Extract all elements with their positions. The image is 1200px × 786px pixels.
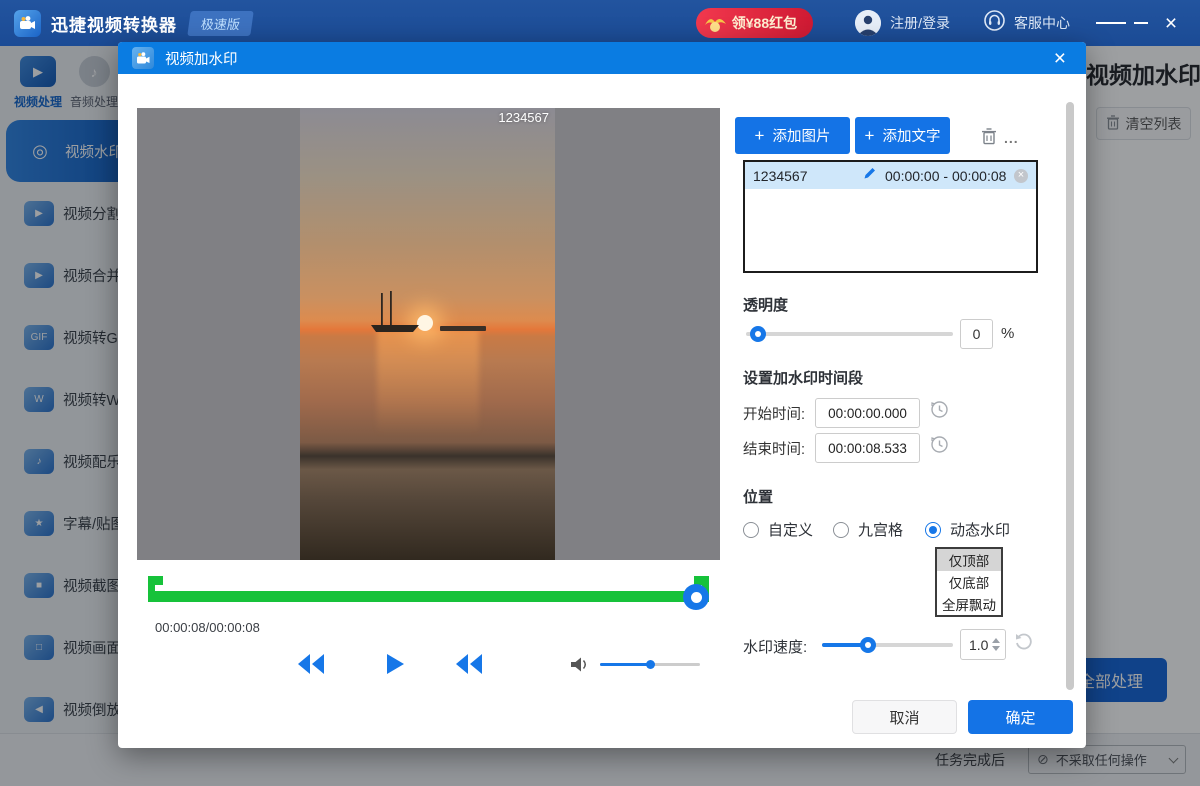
start-time-label: 开始时间: [743,403,805,424]
cancel-button[interactable]: 取消 [852,700,957,734]
dialog-header: 视频加水印 × [118,42,1086,74]
app-logo-icon [14,10,41,37]
start-time-input[interactable]: 00:00:00.000 [815,398,920,428]
gift-icon [702,11,728,38]
watermark-list[interactable]: 1234567 00:00:00 - 00:00:08 × [743,160,1038,273]
spinner-arrows[interactable] [992,638,1000,651]
boat-silhouette [361,291,431,340]
radio-circle [743,522,759,538]
time-display: 00:00:08/00:00:08 [155,620,260,635]
playback-controls [137,648,720,684]
support-label: 客服中心 [1014,13,1070,33]
fast-forward-button[interactable] [455,652,483,681]
spin-down-icon[interactable] [992,646,1000,651]
login-label: 注册/登录 [890,13,950,33]
transparency-slider[interactable] [746,332,953,336]
dynamic-position-list[interactable]: 仅顶部 仅底部 全屏飘动 [935,547,1003,617]
trim-timeline [137,572,720,608]
more-options-button[interactable]: ... [1004,130,1019,146]
play-button[interactable] [385,652,405,681]
add-image-button[interactable]: + 添加图片 [735,117,850,154]
volume-handle[interactable] [646,660,655,669]
speed-value: 1.0 [969,637,988,653]
watermark-overlay-text[interactable]: 1234567 [498,110,549,125]
remove-watermark-icon[interactable]: × [1014,169,1028,183]
time-section-title: 设置加水印时间段 [743,367,863,388]
position-title: 位置 [743,486,773,507]
support-button[interactable]: 客服中心 [984,10,1070,36]
watermark-dialog: 视频加水印 × 1234567 00:00:08/00:00:08 [118,42,1086,748]
sun-reflection [377,329,479,447]
dialog-title: 视频加水印 [165,48,238,69]
speed-label: 水印速度: [743,636,807,657]
app-title: 迅捷视频转换器 [51,11,177,36]
timeline-track[interactable] [155,591,700,602]
radio-custom[interactable]: 自定义 [743,519,813,540]
edition-badge: 极速版 [187,11,254,36]
transparency-label: 透明度 [743,294,788,315]
delete-watermark-icon[interactable] [981,128,997,150]
video-preview-area: 1234567 [137,108,720,560]
plus-icon: + [865,126,875,146]
option-top-only[interactable]: 仅顶部 [937,549,1001,571]
app-window: 迅捷视频转换器 极速版 领¥88红包 注册/登录 客服中心 [0,0,1200,786]
speed-spinbox[interactable]: 1.0 [960,629,1006,660]
dialog-scrollbar[interactable] [1066,102,1074,690]
end-time-label: 结束时间: [743,438,805,459]
percent-label: % [1001,325,1014,342]
spin-up-icon[interactable] [992,638,1000,643]
watermark-time-range: 00:00:00 - 00:00:08 [885,168,1006,184]
titlebar: 迅捷视频转换器 极速版 领¥88红包 注册/登录 客服中心 [0,0,1200,46]
end-time-clock-icon[interactable] [930,435,949,459]
watermark-name: 1234567 [753,168,863,184]
speed-handle[interactable] [860,637,876,653]
volume-fill [600,663,650,666]
trim-start-handle[interactable] [148,576,155,602]
transparency-handle[interactable] [750,326,766,342]
rewind-button[interactable] [297,652,325,681]
radio-dynamic[interactable]: 动态水印 [925,519,1010,540]
end-time-input[interactable]: 00:00:08.533 [815,433,920,463]
avatar-icon [855,10,881,36]
radio-grid[interactable]: 九宫格 [833,519,903,540]
menu-button[interactable] [1096,8,1126,38]
login-button[interactable]: 注册/登录 [855,10,950,36]
transparency-value[interactable]: 0 [960,319,993,349]
close-window-button[interactable]: × [1156,8,1186,38]
radio-circle [833,522,849,538]
volume-slider[interactable] [600,663,700,666]
playhead[interactable] [683,584,709,610]
plus-icon: + [755,126,765,146]
promo-label: 领¥88红包 [732,13,797,33]
watermark-list-item[interactable]: 1234567 00:00:00 - 00:00:08 × [745,162,1036,189]
titlebar-right: 领¥88红包 注册/登录 客服中心 × [696,8,1186,38]
headset-icon [984,10,1005,36]
dialog-camera-icon [132,47,154,69]
option-fullscreen-float[interactable]: 全屏飘动 [937,593,1001,615]
red-packet-button[interactable]: 领¥88红包 [696,8,813,38]
add-text-button[interactable]: + 添加文字 [855,117,950,154]
distant-boat [440,326,486,331]
volume-icon[interactable] [570,656,589,673]
radio-circle-checked [925,522,941,538]
option-bottom-only[interactable]: 仅底部 [937,571,1001,593]
minimize-button[interactable] [1126,8,1156,38]
window-controls: × [1096,8,1186,38]
edit-pencil-icon[interactable] [863,166,877,185]
video-frame: 1234567 [300,108,555,560]
start-time-clock-icon[interactable] [930,400,949,424]
dialog-close-icon[interactable]: × [1054,48,1066,69]
ok-button[interactable]: 确定 [968,700,1073,734]
reset-speed-icon[interactable] [1014,632,1033,656]
